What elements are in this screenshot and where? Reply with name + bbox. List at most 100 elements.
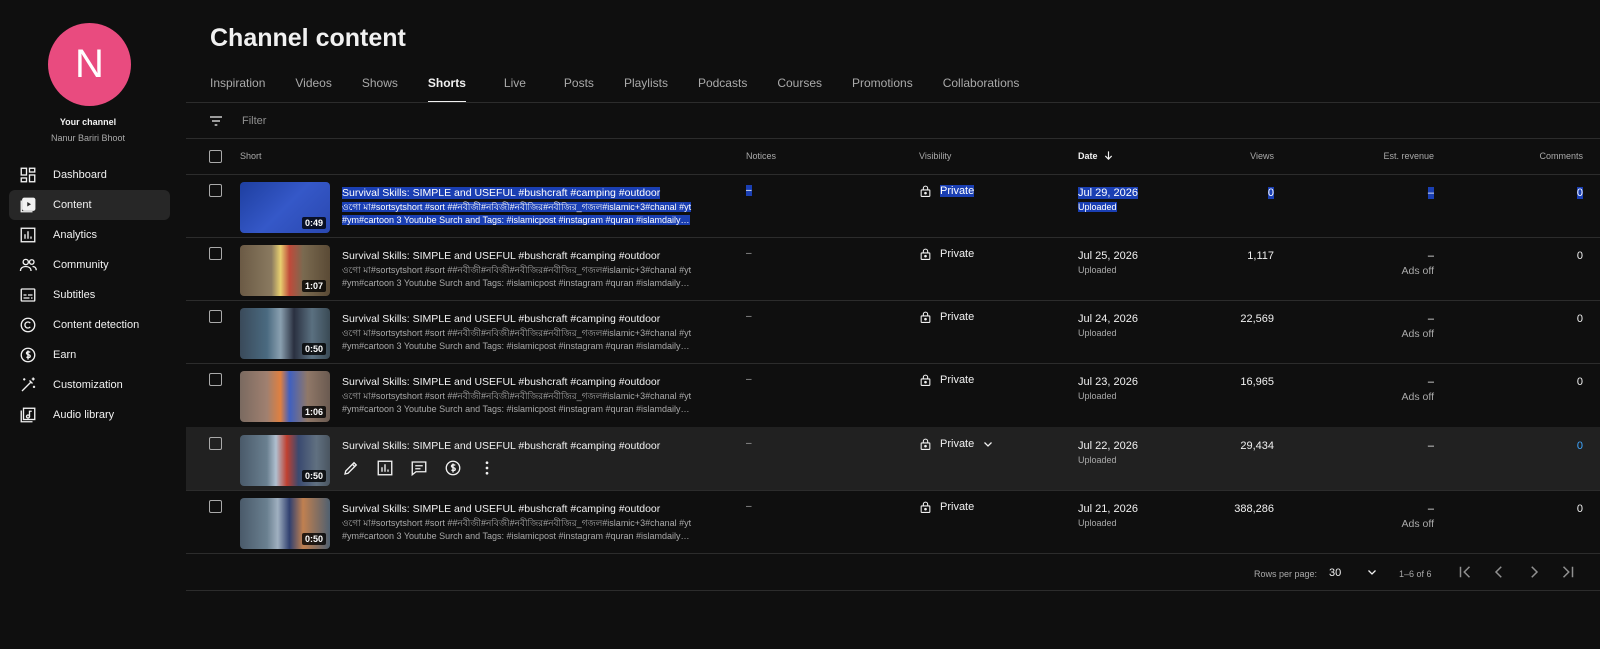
row-checkbox[interactable] xyxy=(209,310,222,323)
video-thumbnail[interactable]: 0:50 xyxy=(240,498,330,549)
edit-pencil-icon[interactable] xyxy=(342,459,360,477)
video-title[interactable]: Survival Skills: SIMPLE and USEFUL #bush… xyxy=(342,440,660,452)
tab-courses[interactable]: Courses xyxy=(777,68,822,103)
tab-promotions[interactable]: Promotions xyxy=(852,68,913,103)
table-row[interactable]: 0:50 Survival Skills: SIMPLE and USEFUL … xyxy=(186,300,1600,363)
visibility-cell[interactable]: Private xyxy=(919,437,1002,451)
sort-down-icon[interactable] xyxy=(1103,150,1114,161)
previous-page-icon[interactable] xyxy=(1490,563,1508,581)
avatar[interactable]: N xyxy=(48,23,131,106)
comments-cell[interactable]: 0 xyxy=(1576,187,1583,199)
video-description: ওগো মা#sortsytshort #sort ##নবীজী#নবিজী#… xyxy=(342,265,692,288)
sidebar-item-community[interactable]: Community xyxy=(9,250,170,280)
comments-cell[interactable]: 0 xyxy=(1577,250,1583,262)
main-content: Channel content Inspiration Videos Shows… xyxy=(186,0,1600,649)
date-cell: Jul 25, 2026 xyxy=(1078,250,1138,262)
video-title[interactable]: Survival Skills: SIMPLE and USEFUL #bush… xyxy=(342,376,660,388)
video-description: ওগো মা#sortsytshort #sort ##নবীজী#নবিজী#… xyxy=(342,202,692,225)
comments-cell[interactable]: 0 xyxy=(1577,313,1583,325)
date-cell: Jul 21, 2026 xyxy=(1078,503,1138,515)
sidebar-item-subtitles[interactable]: Subtitles xyxy=(9,280,170,310)
next-page-icon[interactable] xyxy=(1525,563,1543,581)
revenue-cell: – xyxy=(1427,503,1434,515)
visibility-cell[interactable]: Private xyxy=(919,310,974,324)
visibility-cell[interactable]: Private xyxy=(919,247,974,261)
video-thumbnail[interactable]: 1:06 xyxy=(240,371,330,422)
sidebar-item-label: Customization xyxy=(53,379,123,391)
revenue-cell: – xyxy=(1427,440,1434,452)
tab-collaborations[interactable]: Collaborations xyxy=(943,68,1020,103)
table-row[interactable]: 0:49 Survival Skills: SIMPLE and USEFUL … xyxy=(186,174,1600,237)
visibility-cell[interactable]: Private xyxy=(919,373,974,387)
row-checkbox[interactable] xyxy=(209,373,222,386)
sidebar: N Your channel Nanur Bariri Bhoot Dashbo… xyxy=(0,0,176,649)
video-title[interactable]: Survival Skills: SIMPLE and USEFUL #bush… xyxy=(342,187,661,199)
rows-per-page-select[interactable]: 30 xyxy=(1329,567,1341,579)
sidebar-item-customization[interactable]: Customization xyxy=(9,370,170,400)
visibility-cell[interactable]: Private xyxy=(919,184,975,198)
pagination-bar: Rows per page: 30 1–6 of 6 xyxy=(186,554,1600,590)
column-short: Short xyxy=(240,151,262,161)
tab-videos[interactable]: Videos xyxy=(295,68,331,103)
first-page-icon[interactable] xyxy=(1456,563,1474,581)
table-row[interactable]: 1:06 Survival Skills: SIMPLE and USEFUL … xyxy=(186,363,1600,426)
video-title[interactable]: Survival Skills: SIMPLE and USEFUL #bush… xyxy=(342,313,660,325)
more-options-icon[interactable] xyxy=(478,459,496,477)
video-title[interactable]: Survival Skills: SIMPLE and USEFUL #bush… xyxy=(342,250,660,262)
comments-cell[interactable]: 0 xyxy=(1577,376,1583,388)
sidebar-item-label: Community xyxy=(53,259,109,271)
sidebar-item-earn[interactable]: Earn xyxy=(9,340,170,370)
row-checkbox[interactable] xyxy=(209,247,222,260)
visibility-cell[interactable]: Private xyxy=(919,500,974,514)
table-row[interactable]: 1:07 Survival Skills: SIMPLE and USEFUL … xyxy=(186,237,1600,300)
tab-inspiration[interactable]: Inspiration xyxy=(210,68,265,103)
row-checkbox[interactable] xyxy=(209,500,222,513)
tab-podcasts[interactable]: Podcasts xyxy=(698,68,747,103)
row-checkbox[interactable] xyxy=(209,437,222,450)
community-icon xyxy=(19,258,37,272)
table-row[interactable]: 0:50 Survival Skills: SIMPLE and USEFUL … xyxy=(186,490,1600,553)
sidebar-item-content[interactable]: Content xyxy=(9,190,170,220)
chevron-down-icon[interactable] xyxy=(1366,566,1378,578)
sidebar-item-dashboard[interactable]: Dashboard xyxy=(9,160,170,190)
sidebar-item-audio-library[interactable]: Audio library xyxy=(9,400,170,430)
sidebar-item-label: Dashboard xyxy=(53,169,107,181)
monetization-icon[interactable] xyxy=(444,459,462,477)
video-thumbnail[interactable]: 0:50 xyxy=(240,308,330,359)
sidebar-nav: Dashboard Content Analytics Community Su… xyxy=(9,160,170,430)
last-page-icon[interactable] xyxy=(1559,563,1577,581)
sidebar-item-content-detection[interactable]: Content detection xyxy=(9,310,170,340)
channel-name: Nanur Bariri Bhoot xyxy=(50,133,126,143)
filter-bar[interactable]: Filter xyxy=(186,103,1600,138)
video-title[interactable]: Survival Skills: SIMPLE and USEFUL #bush… xyxy=(342,503,660,515)
date-cell: Jul 23, 2026 xyxy=(1078,376,1138,388)
video-thumbnail[interactable]: 0:50 xyxy=(240,435,330,486)
filter-input[interactable]: Filter xyxy=(242,115,266,127)
sidebar-item-analytics[interactable]: Analytics xyxy=(9,220,170,250)
tab-live[interactable]: Live xyxy=(504,68,526,103)
tab-playlists[interactable]: Playlists xyxy=(624,68,668,103)
video-thumbnail[interactable]: 1:07 xyxy=(240,245,330,296)
column-date[interactable]: Date xyxy=(1078,151,1098,161)
filter-icon[interactable] xyxy=(208,113,224,129)
comments-cell[interactable]: 0 xyxy=(1577,503,1583,515)
tab-posts[interactable]: Posts xyxy=(564,68,594,103)
chevron-down-icon[interactable] xyxy=(982,438,994,450)
row-checkbox[interactable] xyxy=(209,184,222,197)
comments-icon[interactable] xyxy=(410,459,428,477)
ads-off-label: Ads off xyxy=(1401,265,1435,277)
ads-off-label: Ads off xyxy=(1401,328,1435,340)
sidebar-item-label: Earn xyxy=(53,349,77,361)
video-thumbnail[interactable]: 0:49 xyxy=(240,182,330,233)
comments-cell[interactable]: 0 xyxy=(1577,440,1583,452)
analytics-icon[interactable] xyxy=(376,459,394,477)
upload-status: Uploaded xyxy=(1078,391,1117,401)
tab-shorts[interactable]: Shorts xyxy=(427,68,466,103)
notices-cell: – xyxy=(746,374,752,385)
select-all-checkbox[interactable] xyxy=(209,150,222,163)
revenue-cell: – xyxy=(1427,376,1434,388)
content-icon xyxy=(20,197,36,213)
tab-shows[interactable]: Shows xyxy=(362,68,398,103)
column-revenue: Est. revenue xyxy=(1383,151,1434,161)
table-row[interactable]: 0:50 Survival Skills: SIMPLE and USEFUL … xyxy=(186,427,1600,490)
